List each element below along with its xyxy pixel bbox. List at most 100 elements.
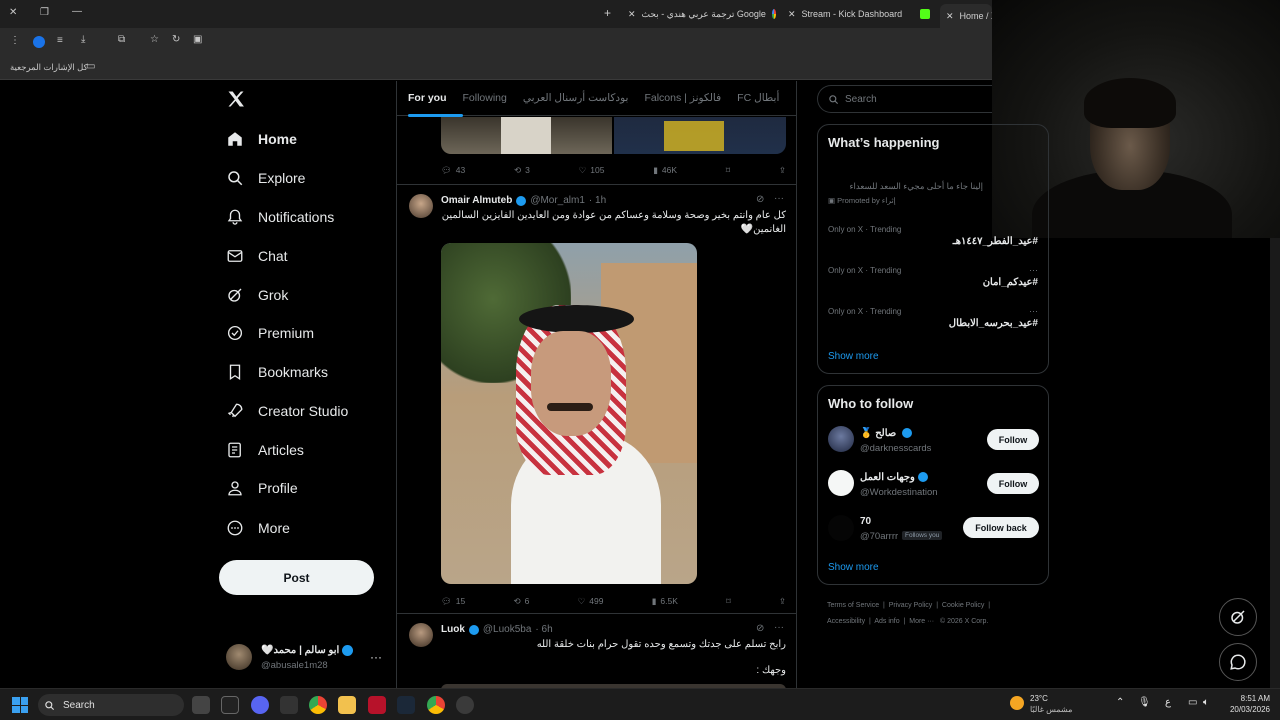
reply-button[interactable]: 💬︎ 43 [441, 165, 465, 176]
trend-tag[interactable]: #عيدكم_امان [983, 277, 1038, 288]
tab-home-x[interactable]: ✕ Home / X [940, 4, 992, 28]
repost-button[interactable]: ⟲ 3 [514, 165, 530, 176]
restore-window-icon[interactable]: ❐ [40, 7, 49, 18]
chrome-icon[interactable] [427, 696, 445, 714]
search-input[interactable]: Search [817, 85, 992, 113]
show-more-link[interactable]: Show more [828, 562, 879, 573]
trend-tag[interactable]: #عيد_الفطر_١٤٤٧هـ [953, 236, 1038, 247]
avatar[interactable] [409, 194, 433, 218]
sidebar-item-explore[interactable]: Explore [226, 163, 305, 193]
account-switcher[interactable]: ابو سالم | محمد🤍 @abusale1m28 ··· [226, 644, 396, 674]
clock-time[interactable]: 8:51 AM [1226, 694, 1270, 703]
tab-arsenal-podcast[interactable]: بودكاست أرسنال العربي [523, 92, 629, 104]
chevron-up-icon[interactable]: ⌃ [1116, 697, 1124, 708]
footer-link[interactable]: More ··· [909, 618, 934, 625]
reading-list-icon[interactable]: ≡ [57, 35, 63, 46]
repost-button[interactable]: ⟲ 6 [514, 596, 530, 607]
footer-link[interactable]: Accessibility [827, 618, 865, 625]
taskbar-search[interactable]: Search [38, 694, 184, 716]
app-icon[interactable] [221, 696, 239, 714]
volume-icon[interactable]: 🔈︎ [1203, 697, 1209, 708]
bookmark-button[interactable]: ⌑ [726, 596, 730, 607]
reply-button[interactable]: 💬︎ 15 [441, 596, 465, 607]
follow-back-button[interactable]: Follow back [963, 517, 1039, 538]
tab-google[interactable]: ✕ ترجمة عربي هندي - بحث Google [628, 4, 776, 24]
promoted-label[interactable]: ▣ Promoted by إثراء [828, 196, 896, 205]
close-tab-icon[interactable]: ✕ [628, 9, 636, 20]
sidebar-item-profile[interactable]: Profile [226, 473, 298, 503]
more-dots-icon[interactable]: ··· [774, 193, 784, 204]
sidebar-item-notifications[interactable]: Notifications [226, 202, 334, 232]
footer-link[interactable]: Ads info [874, 618, 899, 625]
grok-explain-icon[interactable]: ⊘ [756, 194, 764, 205]
who-name[interactable]: وجهات العمل [860, 472, 915, 483]
who-name[interactable]: 70 [860, 516, 871, 527]
who-handle[interactable]: @darknesscards [860, 443, 931, 454]
cast-icon[interactable]: ▣ [193, 34, 202, 45]
tweet-author-handle[interactable]: @Luok5ba [483, 624, 532, 635]
trend-tag[interactable]: #عيد_بحرسه_الابطال [949, 318, 1038, 329]
tweet-media-image[interactable] [441, 243, 697, 584]
tweet[interactable]: Omair Almuteb @Mor_alm1 · 1h ⊘ ··· كل عا… [397, 185, 796, 613]
post-button[interactable]: Post [219, 560, 374, 595]
tweet[interactable]: Luok @Luok5ba · 6h ⊘ ··· رابح تسلم على ج… [397, 614, 796, 688]
like-button[interactable]: ♡ 499 [578, 596, 604, 607]
scrollbar[interactable] [1270, 238, 1280, 688]
tab-fc-champions[interactable]: FC أبطال [737, 92, 779, 104]
close-window-icon[interactable]: ✕ [9, 7, 17, 18]
tab-falcons[interactable]: Falcons | فالكونز [644, 92, 721, 104]
tweet-author-name[interactable]: Omair Almuteb [441, 195, 512, 206]
footer-link[interactable]: Terms of Service [827, 602, 879, 609]
input-language[interactable]: ع [1165, 697, 1171, 708]
views-button[interactable]: ▮ 6.5K [652, 596, 678, 607]
share-button[interactable]: ⇪ [779, 596, 786, 607]
tab-following[interactable]: Following [463, 92, 507, 104]
sidebar-item-chat[interactable]: Chat [226, 241, 288, 271]
follow-button[interactable]: Follow [987, 473, 1039, 494]
network-icon[interactable]: ▭ [1188, 697, 1197, 708]
all-bookmarks-label[interactable]: كل الإشارات المرجعية [10, 62, 88, 73]
menu-dots-icon[interactable]: ⋮ [10, 35, 20, 46]
new-tab-icon[interactable]: + [604, 6, 611, 20]
tab-kick[interactable]: ✕ Stream - Kick Dashboard [788, 4, 918, 24]
file-explorer-icon[interactable] [338, 696, 356, 714]
star-icon[interactable]: ☆ [150, 34, 159, 45]
promo-text[interactable]: إلينا جاء ما أحلى مجيء السعد للسعداء [828, 181, 983, 192]
tweet-media-image[interactable] [614, 117, 786, 154]
close-tab-icon[interactable]: ✕ [788, 9, 796, 20]
follow-button[interactable]: Follow [987, 429, 1039, 450]
close-tab-icon[interactable]: ✕ [946, 11, 954, 22]
who-handle[interactable]: @Workdestination [860, 487, 938, 498]
tweet-media-image[interactable] [441, 117, 612, 154]
sidebar-item-bookmarks[interactable]: Bookmarks [226, 357, 328, 387]
refresh-icon[interactable]: ↻ [172, 34, 180, 45]
microphone-icon[interactable]: 🎙︎ [1138, 697, 1151, 708]
tweet-author-handle[interactable]: @Mor_alm1 [530, 195, 585, 206]
grok-floating-button[interactable] [1219, 598, 1257, 636]
windows-start-icon[interactable] [12, 697, 28, 713]
grok-explain-icon[interactable]: ⊘ [756, 623, 764, 634]
avatar[interactable] [409, 623, 433, 647]
views-button[interactable]: ▮ 46K [653, 165, 677, 176]
footer-link[interactable]: Privacy Policy [889, 602, 933, 609]
more-dots-icon[interactable]: ··· [774, 622, 784, 633]
app-icon[interactable] [280, 696, 298, 714]
tab-for-you[interactable]: For you [408, 92, 447, 104]
bookmark-button[interactable]: ⌑ [726, 165, 730, 176]
like-button[interactable]: ♡ 105 [579, 165, 605, 176]
sidebar-item-grok[interactable]: Grok [226, 280, 288, 310]
sidebar-item-articles[interactable]: Articles [226, 435, 304, 465]
avatar[interactable] [828, 426, 854, 452]
sidebar-item-home[interactable]: Home [226, 124, 297, 154]
footer-link[interactable]: Cookie Policy [942, 602, 984, 609]
download-icon[interactable]: ⤓ [81, 34, 85, 45]
sidebar-item-premium[interactable]: Premium [226, 318, 314, 348]
sidebar-item-more[interactable]: More [226, 513, 290, 543]
who-handle[interactable]: @70arrrr [860, 531, 898, 542]
chrome-icon[interactable] [309, 696, 327, 714]
chat-floating-button[interactable] [1219, 643, 1257, 681]
weather-temp[interactable]: 23°C [1030, 694, 1048, 703]
avatar[interactable] [828, 515, 854, 541]
show-more-link[interactable]: Show more [828, 351, 879, 362]
avatar[interactable] [828, 470, 854, 496]
